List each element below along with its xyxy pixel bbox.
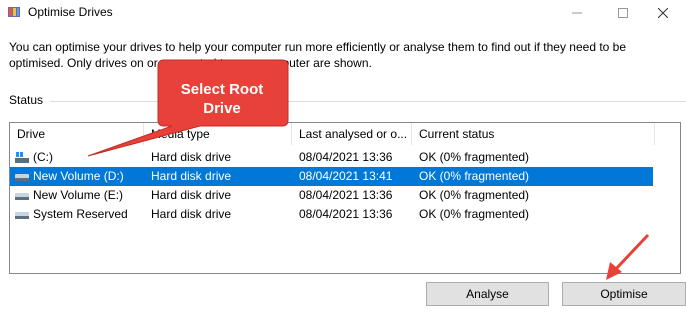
intro-text: You can optimise your drives to help you… xyxy=(9,40,627,70)
last-analysed: 08/04/2021 13:36 xyxy=(299,150,393,164)
maximize-icon xyxy=(618,8,628,18)
last-analysed: 08/04/2021 13:36 xyxy=(299,188,393,202)
current-status: OK (0% fragmented) xyxy=(419,169,530,183)
media-type: Hard disk drive xyxy=(151,188,232,202)
close-icon xyxy=(658,8,668,18)
minimize-button[interactable] xyxy=(554,0,600,26)
analyse-button[interactable]: Analyse xyxy=(426,282,549,306)
drives-list[interactable]: Drive Media type Last analysed or o... C… xyxy=(9,122,681,274)
drive-name: (C:) xyxy=(33,150,53,164)
drive-name: System Reserved xyxy=(33,207,128,221)
last-analysed: 08/04/2021 13:41 xyxy=(299,169,393,183)
drive-icon xyxy=(15,193,29,200)
status-divider xyxy=(50,101,686,102)
close-button[interactable] xyxy=(640,0,686,26)
list-header: Drive Media type Last analysed or o... C… xyxy=(10,123,655,145)
column-header-last-analysed[interactable]: Last analysed or o... xyxy=(292,123,412,145)
drive-name: New Volume (D:) xyxy=(33,169,124,183)
media-type: Hard disk drive xyxy=(151,150,232,164)
callout-text: Select Root Drive xyxy=(160,80,284,118)
windows-drive-icon xyxy=(15,152,29,163)
current-status: OK (0% fragmented) xyxy=(419,207,530,221)
callout-line-1: Select Root xyxy=(180,81,264,98)
drive-name: New Volume (E:) xyxy=(33,188,124,202)
title-bar: Optimise Drives xyxy=(0,0,686,26)
table-row-selected[interactable]: New Volume (D:) Hard disk drive 08/04/20… xyxy=(10,167,653,186)
minimize-icon xyxy=(572,12,582,14)
last-analysed: 08/04/2021 13:36 xyxy=(299,207,393,221)
column-header-current-status[interactable]: Current status xyxy=(412,123,655,145)
table-row[interactable]: (C:) Hard disk drive 08/04/2021 13:36 OK… xyxy=(10,148,653,167)
table-row[interactable]: System Reserved Hard disk drive 08/04/20… xyxy=(10,205,653,224)
drive-icon xyxy=(15,212,29,219)
defrag-app-icon xyxy=(8,7,20,17)
window-title: Optimise Drives xyxy=(28,5,113,19)
media-type: Hard disk drive xyxy=(151,207,232,221)
status-label: Status xyxy=(9,93,44,107)
media-type: Hard disk drive xyxy=(151,169,232,183)
table-row[interactable]: New Volume (E:) Hard disk drive 08/04/20… xyxy=(10,186,653,205)
optimise-button[interactable]: Optimise xyxy=(562,282,686,306)
column-header-drive[interactable]: Drive xyxy=(10,123,144,145)
column-header-media-type[interactable]: Media type xyxy=(144,123,292,145)
callout-line-2: Drive xyxy=(203,100,241,117)
current-status: OK (0% fragmented) xyxy=(419,188,530,202)
current-status: OK (0% fragmented) xyxy=(419,150,530,164)
drive-icon xyxy=(15,174,29,181)
